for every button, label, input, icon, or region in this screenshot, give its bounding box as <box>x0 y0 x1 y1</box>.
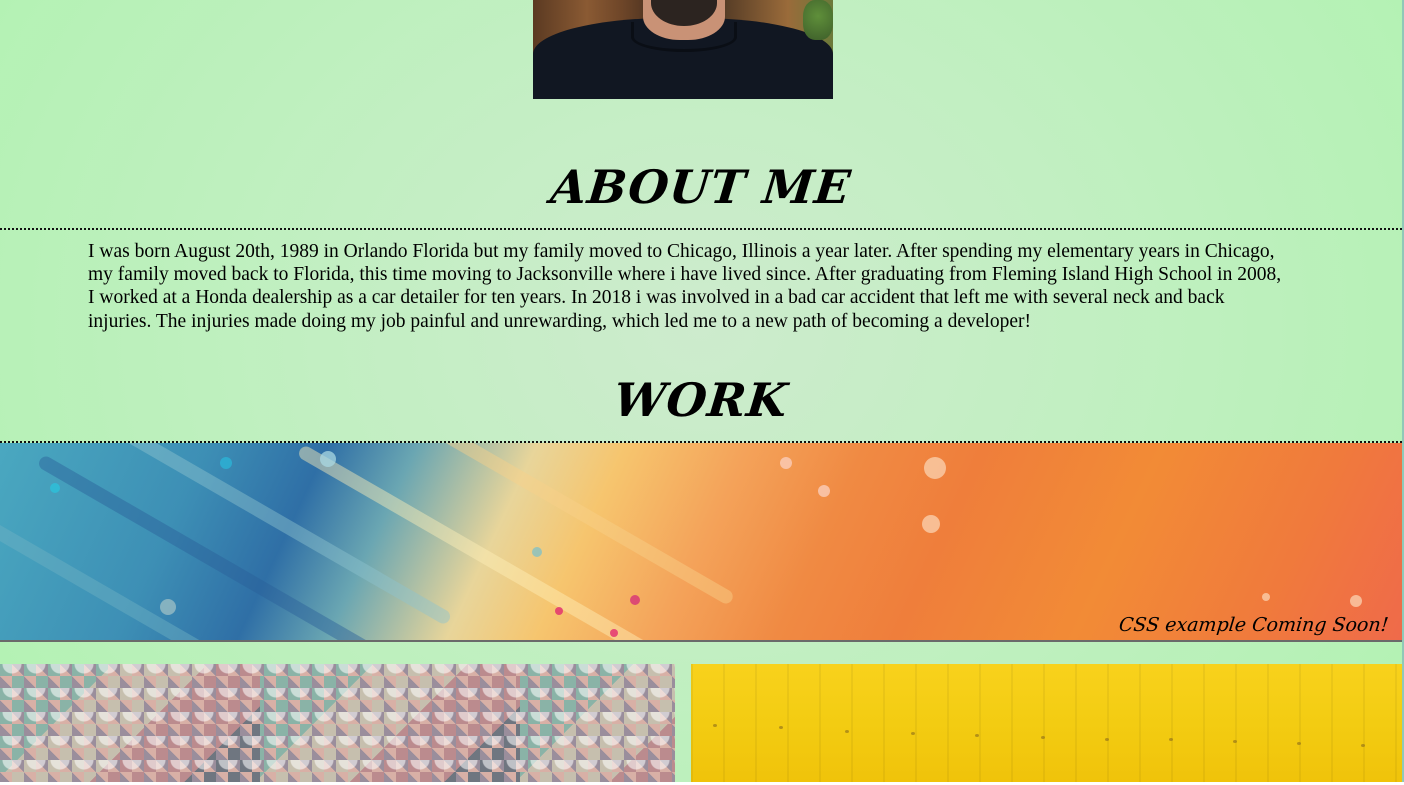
photo-collar <box>631 22 737 52</box>
paint-splat <box>220 457 232 469</box>
work-tile-yellow[interactable] <box>691 664 1402 782</box>
texture-dot <box>975 734 979 737</box>
banner-caption: CSS example Coming Soon! <box>1117 614 1390 636</box>
paint-splat <box>50 483 60 493</box>
profile-photo <box>533 0 833 99</box>
about-paragraph: I was born August 20th, 1989 in Orlando … <box>88 241 1282 332</box>
about-heading: ABOUT ME <box>548 160 854 214</box>
paint-splat <box>532 547 542 557</box>
texture-dot <box>779 726 783 729</box>
texture-dot <box>1297 742 1301 745</box>
paint-streak <box>296 443 650 640</box>
portfolio-page: ABOUT ME I was born August 20th, 1989 in… <box>0 0 1402 782</box>
work-banner[interactable]: CSS example Coming Soon! <box>0 443 1402 642</box>
texture-dot <box>1233 740 1237 743</box>
paint-splat <box>610 629 618 637</box>
paint-splat <box>160 599 176 615</box>
texture-dot <box>713 724 717 727</box>
paint-splat <box>630 595 640 605</box>
work-heading: WORK <box>611 373 791 427</box>
paint-splat <box>818 485 830 497</box>
paint-splat <box>1350 595 1362 607</box>
paint-splat <box>555 607 563 615</box>
paint-splat <box>922 515 940 533</box>
texture-dot <box>845 730 849 733</box>
paint-splat <box>1262 593 1270 601</box>
paint-splat <box>924 457 946 479</box>
paint-splat <box>780 457 792 469</box>
texture-dot <box>1105 738 1109 741</box>
texture-dot <box>1361 744 1365 747</box>
texture-dot <box>1169 738 1173 741</box>
texture-dot <box>911 732 915 735</box>
texture-dot <box>1041 736 1045 739</box>
photo-leaf <box>803 0 833 40</box>
paint-streak <box>416 443 736 607</box>
paint-splat <box>320 451 336 467</box>
about-divider <box>0 228 1402 230</box>
work-tile-fish-scales[interactable] <box>0 664 675 782</box>
